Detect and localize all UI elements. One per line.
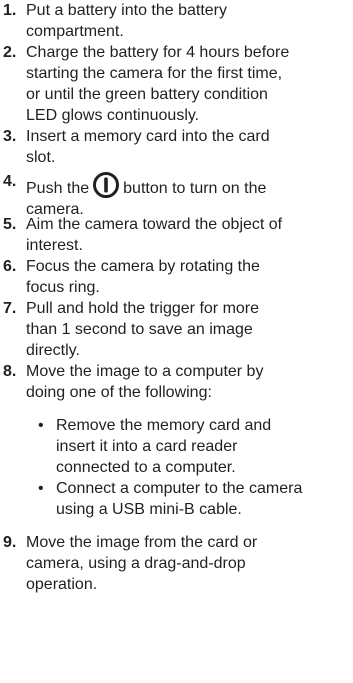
step-line-with-icon: Push the button to turn on the — [26, 171, 351, 199]
step-text: Insert a memory card into the card slot. — [26, 126, 351, 168]
step-line: doing one of the following: — [26, 384, 212, 401]
step-line: compartment. — [26, 23, 124, 40]
step-text: Move the image from the card or camera, … — [26, 532, 351, 595]
bullet-line: Connect a computer to the camera — [56, 480, 303, 497]
step-line: Move the image to a computer by — [26, 363, 264, 380]
step-text: Move the image to a computer by doing on… — [26, 361, 351, 403]
bullet-text: Connect a computer to the camera using a… — [56, 478, 302, 520]
step-line: camera, using a drag-and-drop — [26, 555, 246, 572]
power-button-icon — [93, 172, 120, 198]
step-number: 5. — [3, 216, 17, 233]
step-line: Pull and hold the trigger for more — [26, 300, 260, 317]
bullet-line: insert it into a card reader — [56, 438, 238, 455]
step-text: Charge the battery for 4 hours before st… — [26, 42, 351, 126]
step-line: than 1 second to save an image — [26, 321, 253, 338]
step-line: Put a battery into the battery — [26, 2, 228, 19]
step-text: Push the button to turn on the camera. — [26, 171, 351, 220]
step-line: Insert a memory card into the card — [26, 128, 270, 145]
step-number: 9. — [3, 534, 17, 551]
step-line: starting the camera for the first time, — [26, 65, 283, 82]
step-line: Aim the camera toward the object of — [26, 216, 283, 233]
step-number: 8. — [3, 363, 17, 380]
bullet-text: Remove the memory card and insert it int… — [56, 415, 271, 478]
step-text: Pull and hold the trigger for more than … — [26, 298, 351, 361]
step-number: 3. — [3, 128, 17, 145]
step-number: 7. — [3, 300, 17, 317]
instruction-list: 1. Put a battery into the battery compar… — [0, 0, 353, 683]
step-number: 6. — [3, 258, 17, 275]
step-line: or until the green battery condition — [26, 86, 268, 103]
step-line: directly. — [26, 342, 80, 359]
step-line: Focus the camera by rotating the — [26, 258, 260, 275]
step-line: focus ring. — [26, 279, 100, 296]
step-line: slot. — [26, 149, 56, 166]
step-line: operation. — [26, 576, 98, 593]
step-line: Move the image from the card or — [26, 534, 258, 551]
step-text: Put a battery into the battery compartme… — [26, 0, 351, 42]
step-line: interest. — [26, 237, 83, 254]
step-text-before-icon: Push the — [26, 180, 90, 197]
bullet-symbol: • — [38, 480, 44, 497]
step-number: 2. — [3, 44, 17, 61]
step-number: 1. — [3, 2, 17, 19]
bullet-line: Remove the memory card and — [56, 417, 272, 434]
step-line: Charge the battery for 4 hours before — [26, 44, 290, 61]
step-number: 4. — [3, 173, 17, 190]
bullet-line: connected to a computer. — [56, 459, 236, 476]
step-text: Focus the camera by rotating the focus r… — [26, 256, 351, 298]
bullet-symbol: • — [38, 417, 44, 434]
step-text: Aim the camera toward the object of inte… — [26, 214, 351, 256]
bullet-line: using a USB mini-B cable. — [56, 501, 242, 518]
step-text-after-icon: button to turn on the — [123, 180, 267, 197]
step-line: LED glows continuously. — [26, 107, 200, 124]
